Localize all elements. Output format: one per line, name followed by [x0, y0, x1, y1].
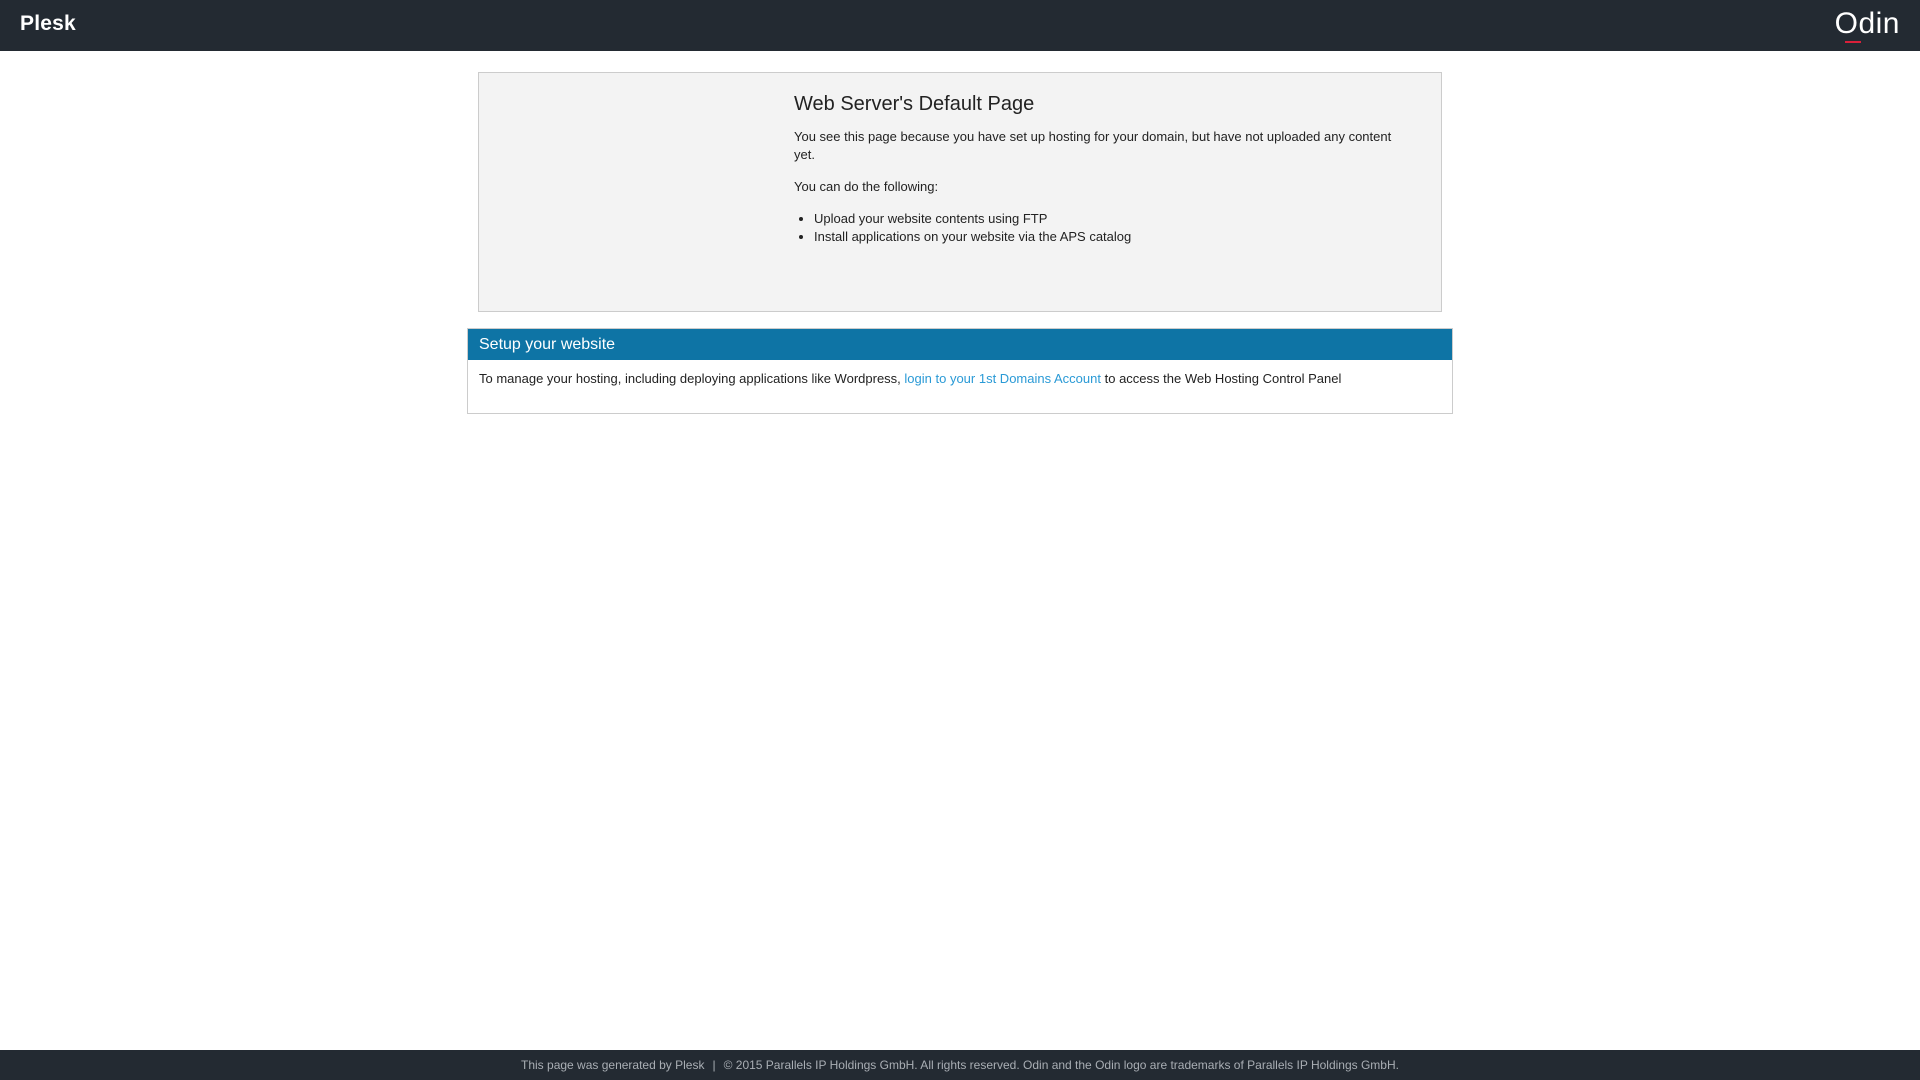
odin-logo[interactable]: Odin — [1834, 6, 1900, 43]
footer-copyright: © 2015 Parallels IP Holdings GmbH. All r… — [723, 1058, 1399, 1072]
setup-panel-title: Setup your website — [468, 329, 1452, 360]
plesk-brand[interactable]: Plesk — [20, 12, 76, 36]
setup-text-before: To manage your hosting, including deploy… — [479, 371, 901, 386]
footer-generated-text: This page was generated by Plesk — [521, 1058, 705, 1072]
odin-logo-text: Odin — [1834, 7, 1900, 40]
default-page-can-do: You can do the following: — [794, 179, 939, 194]
list-item: Upload your website contents using FTP — [814, 210, 1414, 228]
footer-separator: | — [712, 1058, 716, 1072]
default-page-intro: You see this page because you have set u… — [794, 129, 1392, 162]
footer: This page was generated by Plesk | © 2015 … — [0, 1050, 1920, 1080]
setup-text-after: to access the Web Hosting Control Panel — [1104, 371, 1342, 386]
setup-panel-body: To manage your hosting, including deploy… — [468, 360, 1452, 398]
domains-account-login-link[interactable]: login to your 1st Domains Account — [904, 371, 1101, 386]
list-item: Install applications on your website via… — [814, 228, 1414, 246]
setup-website-panel: Setup your website To manage your hostin… — [467, 328, 1453, 414]
actions-list: Upload your website contents using FTP I… — [794, 210, 1414, 246]
default-page-content: Web Server's Default Page You see this p… — [794, 93, 1414, 246]
page-title: Web Server's Default Page — [794, 93, 1035, 115]
top-navbar: Plesk Odin — [0, 0, 1920, 51]
default-page-box: Web Server's Default Page You see this p… — [478, 72, 1442, 312]
odin-logo-accent — [1844, 41, 1861, 43]
